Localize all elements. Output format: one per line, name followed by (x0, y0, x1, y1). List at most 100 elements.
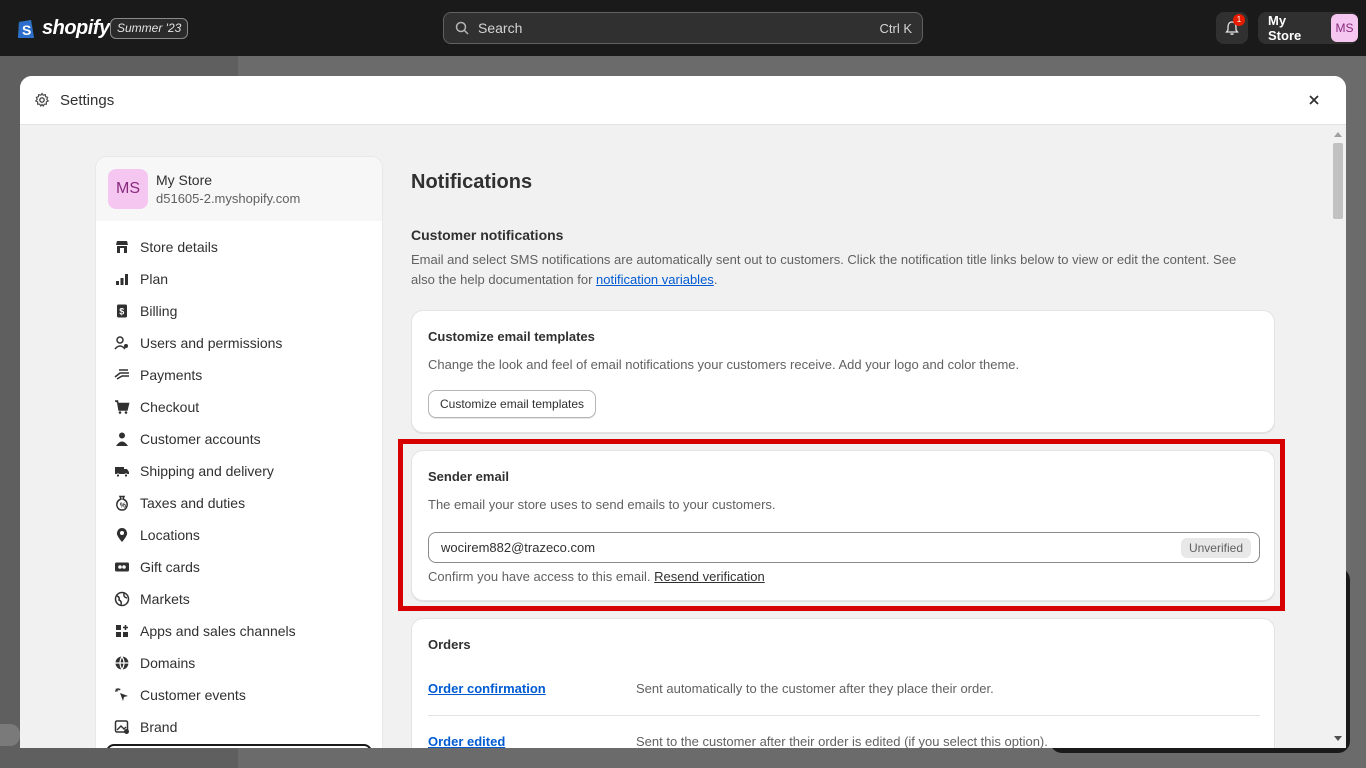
customize-templates-card: Customize email templates Change the loo… (411, 310, 1275, 433)
location-icon (114, 527, 130, 543)
orders-card: Orders Order confirmation Sent automatic… (411, 618, 1275, 748)
sidebar-item-customer-events[interactable]: Customer events (96, 679, 382, 711)
sidebar-item-label: Store details (140, 239, 218, 255)
sidebar-item-checkout[interactable]: Checkout (96, 391, 382, 423)
close-button[interactable] (1300, 86, 1328, 114)
sidebar-item-label: Customer accounts (140, 431, 261, 447)
users-icon (114, 335, 130, 351)
svg-text:S: S (22, 22, 31, 38)
sidebar-item-customer-accounts[interactable]: Customer accounts (96, 423, 382, 455)
store-menu-name: My Store (1268, 13, 1302, 43)
card-title: Customize email templates (428, 329, 595, 344)
order-confirmation-link[interactable]: Order confirmation (428, 681, 546, 696)
sidebar-item-domains[interactable]: Domains (96, 647, 382, 679)
gear-icon (34, 92, 50, 108)
logo-text: shopify (42, 16, 110, 39)
divider (428, 715, 1260, 716)
tax-icon: % (114, 495, 130, 511)
store-domain: d51605-2.myshopify.com (156, 191, 301, 206)
brand-icon (114, 719, 130, 735)
sidebar-item-label: Customer events (140, 687, 246, 703)
sidebar-item-selected-partial[interactable] (106, 744, 372, 748)
scrollbar-thumb[interactable] (1333, 143, 1343, 219)
events-icon (114, 687, 130, 703)
sidebar-item-markets[interactable]: Markets (96, 583, 382, 615)
store-icon (114, 239, 130, 255)
sidebar-item-brand[interactable]: Brand (96, 711, 382, 743)
order-edited-link[interactable]: Order edited (428, 734, 505, 748)
store-header[interactable]: MS My Store d51605-2.myshopify.com (96, 157, 382, 221)
sidebar-item-label: Markets (140, 591, 190, 607)
order-description: Sent to the customer after their order i… (636, 734, 1048, 748)
settings-modal: Settings MS My Store d51605-2.myshopify.… (20, 76, 1346, 748)
svg-text:$: $ (119, 307, 124, 317)
payments-icon (114, 367, 130, 383)
person-icon (114, 431, 130, 447)
section-description: Email and select SMS notifications are a… (411, 250, 1251, 290)
scroll-down-arrow-icon[interactable] (1334, 736, 1342, 741)
card-title: Orders (428, 637, 471, 652)
shopify-bag-icon: S (18, 20, 34, 38)
modal-header: Settings (20, 76, 1346, 125)
search-icon (455, 21, 469, 35)
sidebar-item-plan[interactable]: Plan (96, 263, 382, 295)
card-text: Change the look and feel of email notifi… (428, 357, 1020, 372)
edition-badge[interactable]: Summer '23 (110, 18, 189, 39)
truck-icon (114, 463, 130, 479)
sidebar-item-label: Users and permissions (140, 335, 283, 351)
search-bar[interactable]: Search Ctrl K (443, 12, 923, 44)
apps-icon (114, 623, 130, 639)
section-title: Customer notifications (411, 227, 564, 243)
sidebar-item-label: Payments (140, 367, 203, 383)
backdrop-edge (0, 724, 20, 746)
sidebar-item-label: Domains (140, 655, 196, 671)
sidebar-item-label: Brand (140, 719, 178, 735)
store-menu-button[interactable]: My Store MS (1258, 12, 1358, 44)
order-description: Sent automatically to the customer after… (636, 681, 994, 696)
sidebar-item-label: Plan (140, 271, 169, 287)
sidebar-item-locations[interactable]: Locations (96, 519, 382, 551)
sidebar-item-store-details[interactable]: Store details (96, 231, 382, 263)
sidebar-item-payments[interactable]: Payments (96, 359, 382, 391)
sidebar-item-label: Billing (140, 303, 178, 319)
store-avatar: MS (108, 169, 148, 209)
sidebar-item-label: Apps and sales channels (140, 623, 296, 639)
sidebar-item-shipping[interactable]: Shipping and delivery (96, 455, 382, 487)
sidebar-item-label: Gift cards (140, 559, 200, 575)
section-desc-end: . (713, 272, 718, 287)
notification-count-badge: 1 (1233, 14, 1245, 26)
sidebar-item-billing[interactable]: $ Billing (96, 295, 382, 327)
store-name: My Store (156, 172, 213, 188)
sidebar-item-gift-cards[interactable]: Gift cards (96, 551, 382, 583)
search-shortcut: Ctrl K (879, 20, 913, 36)
customize-templates-button[interactable]: Customize email templates (428, 390, 597, 418)
sidebar-item-label: Checkout (140, 399, 200, 415)
highlight-box (398, 439, 1285, 611)
sidebar-item-label: Shipping and delivery (140, 463, 274, 479)
top-bar: S shopify Summer '23 Search Ctrl K 1 My … (0, 0, 1366, 56)
settings-sidebar: MS My Store d51605-2.myshopify.com Store… (95, 156, 383, 748)
sidebar-item-apps[interactable]: Apps and sales channels (96, 615, 382, 647)
svg-text:%: % (120, 503, 127, 510)
notification-variables-link[interactable]: notification variables (596, 272, 714, 287)
settings-nav: Store details Plan $ Billing Users and p… (96, 221, 382, 743)
plan-icon (114, 271, 130, 287)
billing-icon: $ (114, 303, 130, 319)
cart-icon (114, 399, 130, 415)
search-placeholder: Search (478, 20, 523, 36)
avatar: MS (1330, 14, 1358, 42)
scroll-up-arrow-icon[interactable] (1334, 132, 1342, 137)
section-desc-text: Email and select SMS notifications are a… (411, 252, 1237, 287)
modal-title: Settings (60, 91, 115, 109)
notifications-button[interactable]: 1 (1216, 12, 1248, 44)
close-icon (1309, 95, 1319, 105)
shopify-logo[interactable]: S shopify (16, 16, 110, 40)
sidebar-item-taxes[interactable]: % Taxes and duties (96, 487, 382, 519)
globe-icon (114, 591, 130, 607)
sidebar-item-label: Locations (140, 527, 200, 543)
sidebar-item-label: Taxes and duties (140, 495, 246, 511)
sidebar-item-users[interactable]: Users and permissions (96, 327, 382, 359)
gift-card-icon (114, 559, 130, 575)
domain-icon (114, 655, 130, 671)
page-title: Notifications (411, 171, 533, 193)
